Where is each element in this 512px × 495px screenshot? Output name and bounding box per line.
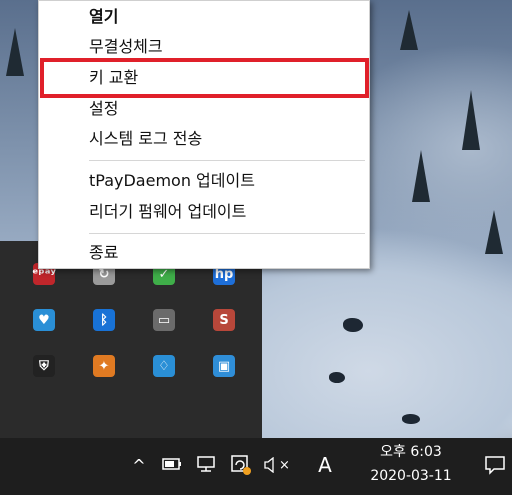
clock-date: 2020-03-11 xyxy=(370,468,452,484)
bluetooth-icon[interactable]: ᛒ xyxy=(93,309,115,331)
tray-cell: ⛨ xyxy=(14,343,74,389)
show-hidden-icons-chevron[interactable]: ^ xyxy=(130,455,148,475)
tree xyxy=(485,210,503,254)
rock xyxy=(329,372,345,383)
rock xyxy=(402,414,420,424)
menu-item-integrity-check[interactable]: 무결성체크 xyxy=(39,34,369,60)
action-center-icon[interactable] xyxy=(482,453,508,477)
tray-cell: ♥ xyxy=(14,297,74,343)
menu-item-exit[interactable]: 종료 xyxy=(39,240,369,266)
menu-item-reader-firmware-update[interactable]: 리더기 펌웨어 업데이트 xyxy=(39,199,369,225)
mute-x: × xyxy=(279,457,290,473)
volume-muted-icon[interactable]: × xyxy=(264,454,290,476)
s-shield-icon[interactable]: S xyxy=(213,309,235,331)
tray-cell: ✦ xyxy=(74,343,134,389)
system-clock[interactable]: 오후 6:03 2020-03-11 xyxy=(348,440,474,488)
tray-cell: ▭ xyxy=(134,297,194,343)
menu-item-tpaydaemon-update[interactable]: tPayDaemon 업데이트 xyxy=(39,168,369,194)
battery-icon[interactable] xyxy=(160,452,184,476)
input-method-indicator[interactable]: A xyxy=(314,452,336,478)
shield-heart-icon[interactable]: ♥ xyxy=(33,309,55,331)
tree xyxy=(412,150,430,202)
display-app-icon[interactable]: ▣ xyxy=(213,355,235,377)
flame-app-icon[interactable]: ✦ xyxy=(93,355,115,377)
menu-separator xyxy=(89,233,365,234)
rock xyxy=(343,318,363,332)
highlight-box xyxy=(40,58,369,98)
menu-separator xyxy=(89,160,365,161)
tray-overflow-flyout: ᵉᵖᵃʸ ↻ ✓ hp ♥ ᛒ ▭ S ⛨ ✦ ♢ ▣ xyxy=(0,241,262,438)
network-adapter-icon[interactable]: ▭ xyxy=(153,309,175,331)
menu-item-open[interactable]: 열기 xyxy=(39,4,369,30)
defender-icon[interactable]: ♢ xyxy=(153,355,175,377)
tray-icon-grid: ᵉᵖᵃʸ ↻ ✓ hp ♥ ᛒ ▭ S ⛨ ✦ ♢ ▣ xyxy=(14,251,254,435)
tray-cell: ♢ xyxy=(134,343,194,389)
tree xyxy=(6,28,24,76)
tray-cell: S xyxy=(194,297,254,343)
tree xyxy=(462,90,480,150)
network-icon[interactable] xyxy=(194,452,218,476)
menu-item-settings[interactable]: 설정 xyxy=(39,96,369,122)
menu-item-send-system-log[interactable]: 시스템 로그 전송 xyxy=(39,126,369,152)
update-status-icon[interactable] xyxy=(228,452,254,478)
tray-cell: ᛒ xyxy=(74,297,134,343)
tray-cell: ▣ xyxy=(194,343,254,389)
tree xyxy=(400,10,418,50)
security-warning-icon[interactable]: ⛨ xyxy=(33,355,55,377)
clock-time: 오후 6:03 xyxy=(380,444,442,460)
context-menu: 열기 무결성체크 키 교환 설정 시스템 로그 전송 tPayDaemon 업데… xyxy=(38,0,370,269)
